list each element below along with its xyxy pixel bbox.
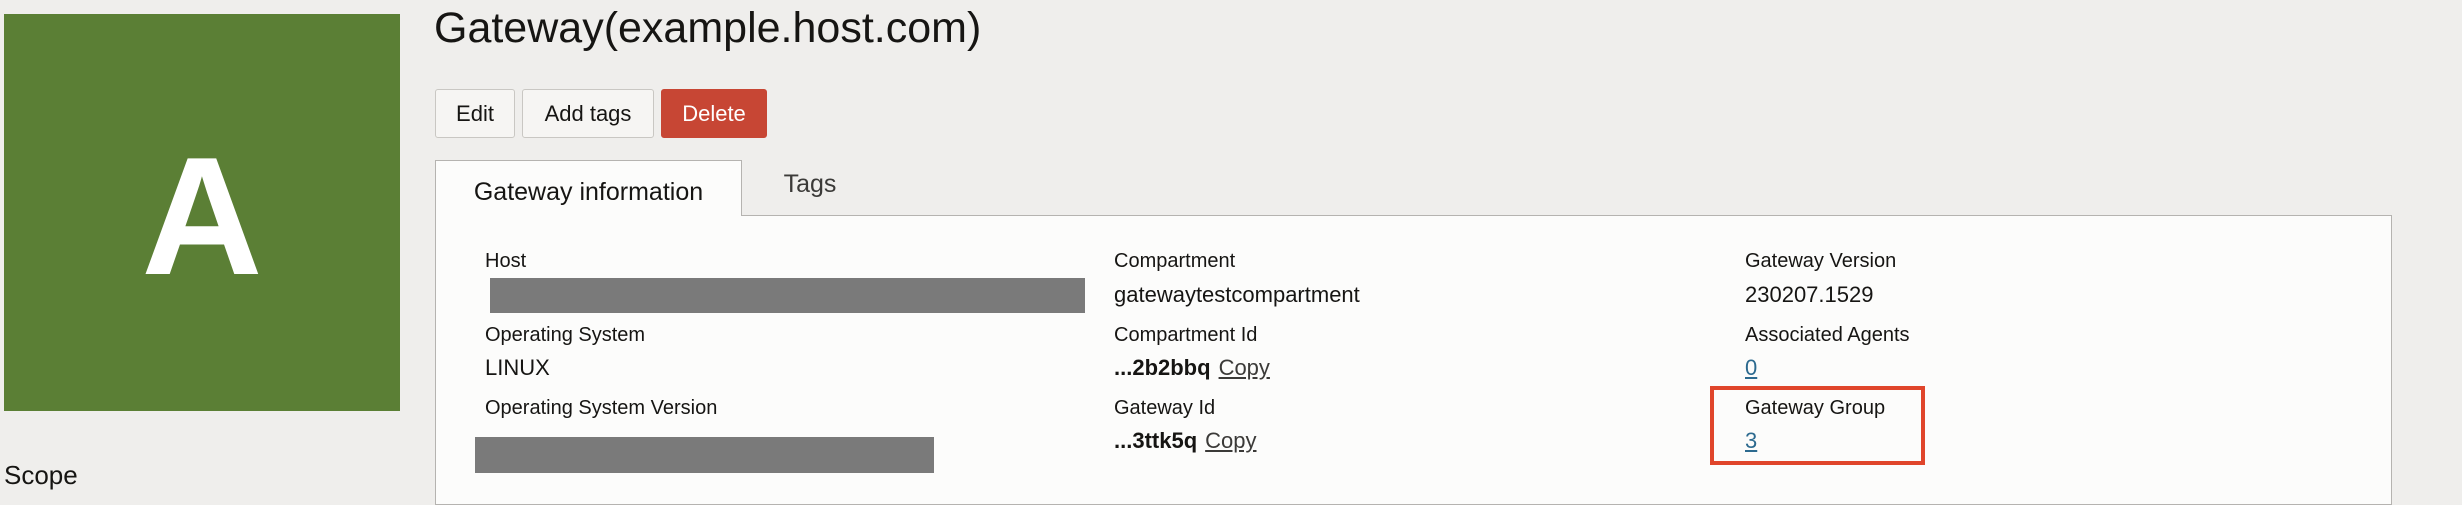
- page-title: Gateway(example.host.com): [434, 4, 982, 52]
- operating-system-value: LINUX: [485, 355, 550, 380]
- avatar: A: [4, 14, 400, 411]
- operating-system-version-label: Operating System Version: [485, 397, 718, 419]
- operating-system-version-redacted: [475, 437, 934, 473]
- associated-agents-label: Associated Agents: [1745, 324, 1910, 346]
- add-tags-button[interactable]: Add tags: [522, 89, 654, 138]
- host-label: Host: [485, 250, 527, 272]
- delete-button[interactable]: Delete: [661, 89, 767, 138]
- gateway-version-value: 230207.1529: [1745, 282, 1874, 307]
- associated-agents-link[interactable]: 0: [1745, 355, 1757, 381]
- scope-label: Scope: [4, 460, 78, 490]
- operating-system-label: Operating System: [485, 324, 646, 346]
- compartment-label: Compartment: [1114, 250, 1236, 272]
- gateway-id-label: Gateway Id: [1114, 397, 1216, 419]
- tab-gateway-information[interactable]: Gateway information: [435, 160, 742, 216]
- gateway-group-highlight-box: [1710, 386, 1925, 465]
- gateway-version-label: Gateway Version: [1745, 250, 1897, 272]
- compartment-value: gatewaytestcompartment: [1114, 282, 1360, 307]
- edit-button[interactable]: Edit: [435, 89, 515, 138]
- host-value-redacted: [490, 278, 1085, 313]
- compartment-id-value: ...2b2bbq: [1114, 355, 1211, 380]
- gateway-id-row: ...3ttk5q Copy: [1114, 428, 1257, 454]
- compartment-id-row: ...2b2bbq Copy: [1114, 355, 1270, 381]
- copy-compartment-id-link[interactable]: Copy: [1219, 355, 1270, 380]
- copy-gateway-id-link[interactable]: Copy: [1205, 428, 1256, 453]
- avatar-letter: A: [141, 121, 263, 310]
- compartment-id-label: Compartment Id: [1114, 324, 1258, 346]
- tab-tags[interactable]: Tags: [760, 160, 860, 215]
- gateway-id-value: ...3ttk5q: [1114, 428, 1198, 453]
